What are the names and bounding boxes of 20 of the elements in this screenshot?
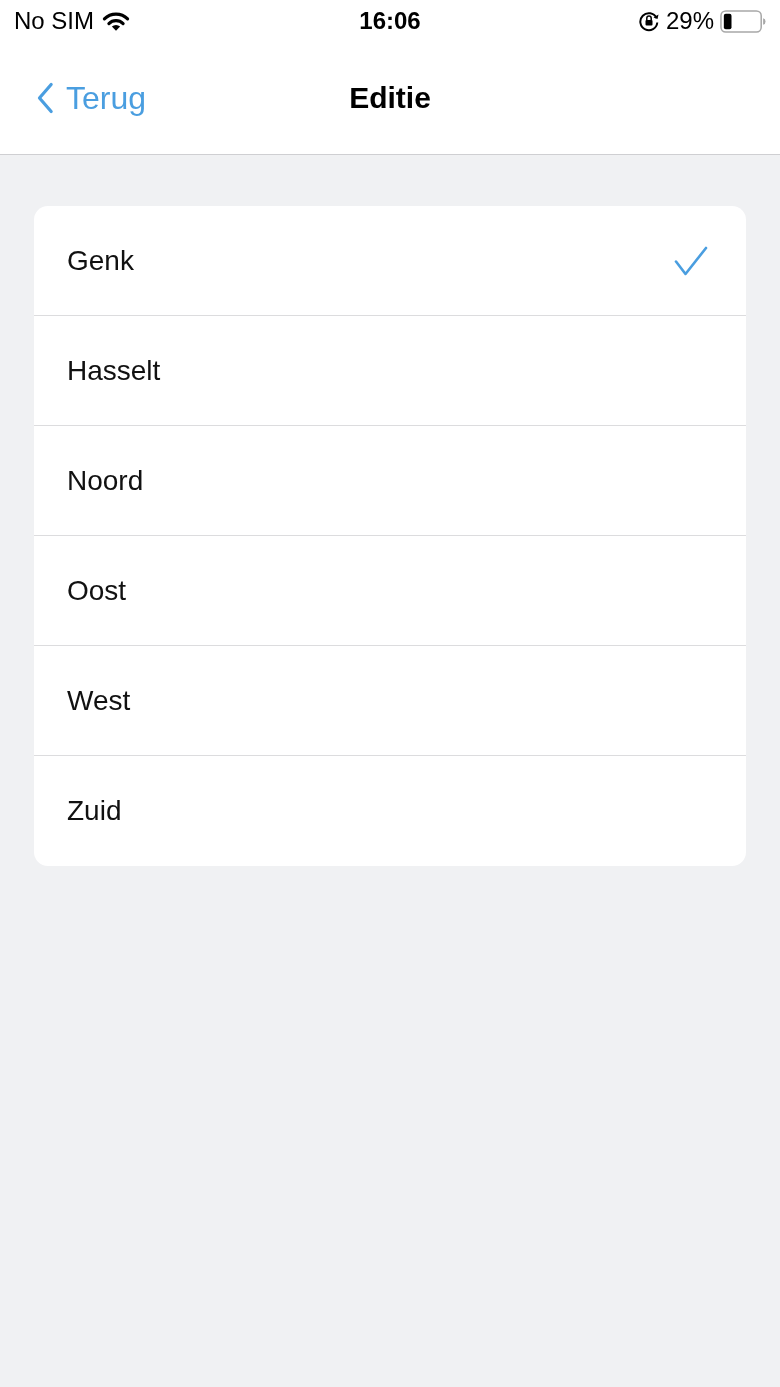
page-title: Editie — [349, 81, 431, 115]
rotation-lock-icon — [637, 10, 660, 32]
option-label: Genk — [67, 244, 134, 277]
clock-time: 16:06 — [359, 7, 421, 35]
wifi-icon — [102, 10, 130, 32]
option-row[interactable]: Noord — [34, 426, 746, 536]
battery-percent: 29% — [665, 7, 714, 35]
option-row[interactable]: Genk — [34, 206, 746, 316]
option-row[interactable]: Hasselt — [34, 316, 746, 426]
option-row[interactable]: West — [34, 646, 746, 756]
option-label: Zuid — [67, 795, 122, 827]
option-label: Noord — [67, 464, 144, 497]
option-label: Hasselt — [67, 354, 161, 387]
carrier-label: No SIM — [14, 7, 94, 35]
battery-icon — [720, 9, 766, 33]
option-row[interactable]: Zuid — [34, 756, 746, 866]
option-label: Oost — [67, 574, 127, 607]
option-label: West — [67, 684, 131, 717]
chevron-left-icon — [36, 82, 54, 114]
option-row[interactable]: Oost — [34, 536, 746, 646]
